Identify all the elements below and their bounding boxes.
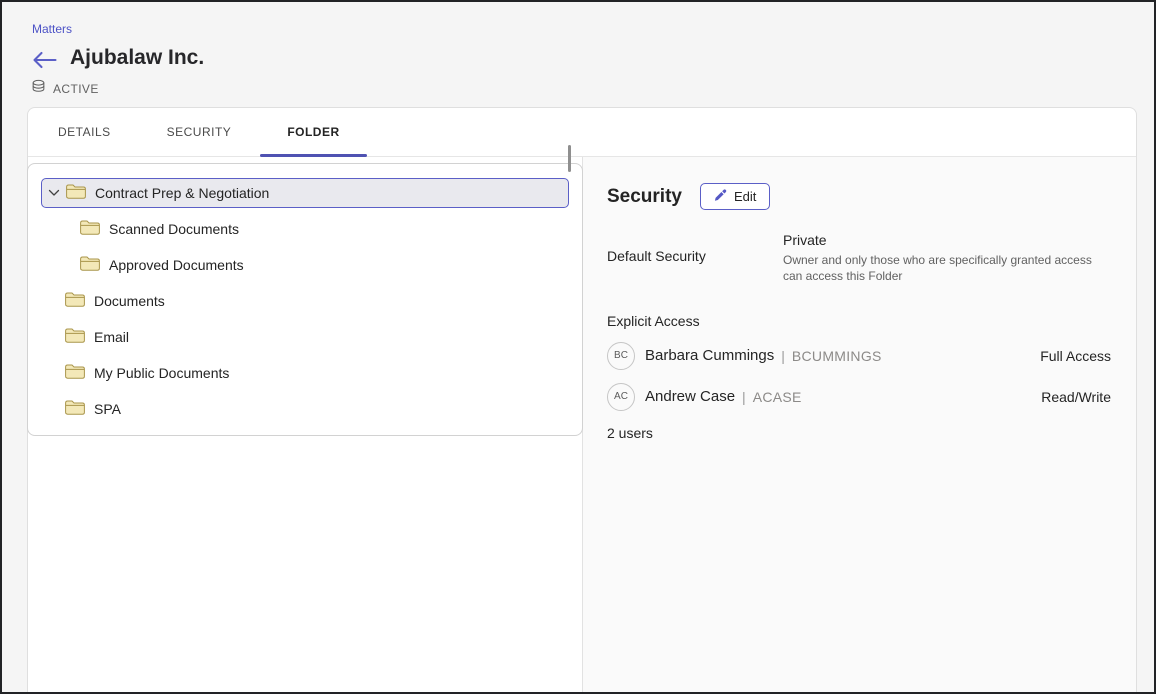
folder-tab-content: Contract Prep & Negotiation Scanned Docu… [28,157,1136,694]
tab-folder[interactable]: FOLDER [259,108,367,156]
name-username-separator: | [781,348,785,364]
folder-tree: Contract Prep & Negotiation Scanned Docu… [27,163,583,436]
default-security-value-block: Private Owner and only those who are spe… [783,232,1111,284]
user-username: BCUMMINGS [792,348,882,364]
folder-icon [80,220,100,238]
tab-bar: DETAILS SECURITY FOLDER [28,108,1136,157]
folder-icon [65,292,85,310]
tree-item-my-public-documents[interactable]: My Public Documents [41,355,569,391]
status-badge: ACTIVE [31,79,99,99]
avatar: BC [607,342,635,370]
tree-item-label: SPA [94,401,121,417]
user-access-level: Full Access [1040,348,1111,364]
tree-item-spa[interactable]: SPA [41,391,569,427]
folder-icon [65,328,85,346]
tree-item-scanned-documents[interactable]: Scanned Documents [41,211,569,247]
folder-icon [65,364,85,382]
default-security-row: Default Security Private Owner and only … [607,232,1111,284]
tree-item-label: Approved Documents [109,257,244,273]
security-panel: Security Edit Default Security Private O… [583,157,1136,694]
folder-icon [80,256,100,274]
pencil-icon [714,189,727,205]
user-name: Andrew Case [645,388,735,405]
default-security-value: Private [783,232,1111,248]
users-count: 2 users [607,425,1111,441]
edit-button[interactable]: Edit [700,183,770,210]
explicit-access-label: Explicit Access [607,313,1111,329]
default-security-description: Owner and only those who are specificall… [783,252,1111,284]
tree-item-documents[interactable]: Documents [41,283,569,319]
tree-item-label: Scanned Documents [109,221,239,237]
tree-item-approved-documents[interactable]: Approved Documents [41,247,569,283]
page-title: Ajubalaw Inc. [70,46,204,70]
tab-details[interactable]: DETAILS [30,108,139,156]
user-name: Barbara Cummings [645,347,774,364]
tab-security[interactable]: SECURITY [139,108,260,156]
user-access-level: Read/Write [1041,389,1111,405]
status-label: ACTIVE [53,82,99,96]
edit-button-label: Edit [734,189,756,204]
folder-tree-pane: Contract Prep & Negotiation Scanned Docu… [28,157,583,694]
security-heading: Security [607,186,682,208]
matter-window: Matters Ajubalaw Inc. ACTIVE DETAILS SEC… [0,0,1156,694]
user-row-andrew-case[interactable]: AC Andrew Case | ACASE Read/Write [607,376,1111,417]
user-row-barbara-cummings[interactable]: BC Barbara Cummings | BCUMMINGS Full Acc… [607,335,1111,376]
name-username-separator: | [742,389,746,405]
scrollbar-thumb[interactable] [568,145,571,172]
explicit-access-list: BC Barbara Cummings | BCUMMINGS Full Acc… [607,335,1111,417]
tree-item-contract-prep[interactable]: Contract Prep & Negotiation [41,178,569,208]
avatar: AC [607,383,635,411]
tree-item-label: My Public Documents [94,365,229,381]
back-arrow-icon[interactable] [31,49,58,71]
default-security-label: Default Security [607,232,783,284]
folder-icon [66,184,86,202]
status-database-icon [31,79,46,99]
tree-item-label: Email [94,329,129,345]
matter-card: DETAILS SECURITY FOLDER Contract Prep [27,107,1137,694]
breadcrumb-matters-link[interactable]: Matters [32,22,72,36]
user-username: ACASE [753,389,802,405]
tree-item-email[interactable]: Email [41,319,569,355]
folder-icon [65,400,85,418]
tree-item-label: Contract Prep & Negotiation [95,185,269,201]
tree-item-label: Documents [94,293,165,309]
chevron-down-icon[interactable] [48,189,66,197]
